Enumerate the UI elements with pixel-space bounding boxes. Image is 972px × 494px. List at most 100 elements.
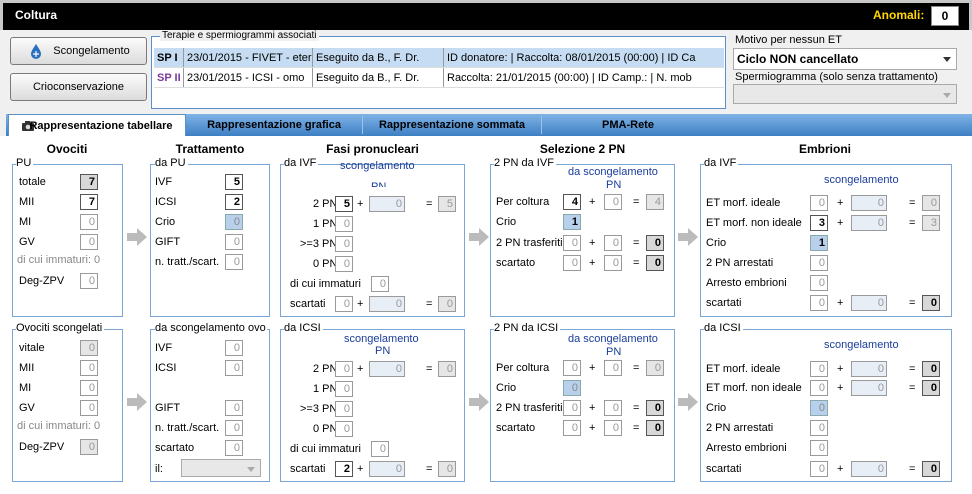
scongelamento-label: scongelamento <box>824 339 899 351</box>
arrestati-field[interactable]: 0 <box>810 420 828 436</box>
scartati-field[interactable]: 0 <box>335 296 353 312</box>
pn2-field[interactable]: 0 <box>335 361 353 377</box>
arresto-embrioni-field[interactable]: 0 <box>810 275 828 291</box>
trasferiti-field[interactable]: 0 <box>563 400 581 416</box>
pn3-field[interactable]: 0 <box>335 401 353 417</box>
scongelamento-button[interactable]: Scongelamento <box>10 37 147 65</box>
equals-sign: = <box>426 298 433 310</box>
et-non-ideale-field[interactable]: 3 <box>810 215 828 231</box>
immaturi-field[interactable]: 0 <box>371 441 389 457</box>
pn1-field[interactable]: 0 <box>335 216 353 232</box>
deg-field[interactable]: 0 <box>80 439 98 455</box>
tab-rappresentazione-sommata[interactable]: Rappresentazione sommata <box>364 116 540 135</box>
coltura-field[interactable]: 0 <box>563 360 581 376</box>
ntratt-field[interactable]: 0 <box>225 420 243 436</box>
et-non-ideale-field[interactable]: 0 <box>810 380 828 396</box>
gift-field[interactable]: 0 <box>225 234 243 250</box>
deg-field[interactable]: 0 <box>80 273 98 289</box>
therapy-row[interactable]: SP II 23/01/2015 - ICSI - omo Eseguito d… <box>154 68 724 88</box>
coltura-sc-field[interactable]: 0 <box>604 360 622 376</box>
plus-sign: + <box>589 237 596 249</box>
pn-label: PN <box>371 181 387 187</box>
et-ideale-field[interactable]: 0 <box>810 195 828 211</box>
mii-field[interactable]: 7 <box>80 194 98 210</box>
icsi-field[interactable]: 2 <box>225 194 243 210</box>
ivf-field[interactable]: 5 <box>225 174 243 190</box>
pn2-sc-field[interactable]: 0 <box>369 196 405 212</box>
ntratt-field[interactable]: 0 <box>225 254 243 270</box>
scartato-sc-field[interactable]: 0 <box>604 420 622 436</box>
pn1-field[interactable]: 0 <box>335 381 353 397</box>
scartati-field[interactable]: 2 <box>335 461 353 477</box>
scartati-sc-field[interactable]: 0 <box>369 461 405 477</box>
spermiogramma-select[interactable] <box>733 84 957 104</box>
crio-field[interactable]: 0 <box>225 214 243 230</box>
spermiogramma-label: Spermiogramma (solo senza trattamento) <box>735 71 938 83</box>
coltura-sc-field[interactable]: 0 <box>604 194 622 210</box>
trasferiti-sc-field[interactable]: 0 <box>604 400 622 416</box>
crio-label: Crio <box>706 402 727 414</box>
mi-field[interactable]: 0 <box>80 214 98 230</box>
tab-rappresentazione-grafica[interactable]: Rappresentazione grafica <box>188 116 360 135</box>
crio-field[interactable]: 0 <box>810 400 828 416</box>
crio-field[interactable]: 0 <box>563 380 581 396</box>
tab-rappresentazione-tabellare[interactable]: Rappresentazione tabellare <box>8 114 186 136</box>
group-legend: da ICSI <box>704 322 743 334</box>
plus-sign: + <box>357 198 364 210</box>
immaturi-field[interactable]: 0 <box>371 276 389 292</box>
arresto-embrioni-field[interactable]: 0 <box>810 440 828 456</box>
plus-sign: + <box>837 197 844 209</box>
pn2-field[interactable]: 5 <box>335 196 353 212</box>
gift-field[interactable]: 0 <box>225 400 243 416</box>
header-embrioni: Embrioni <box>798 142 851 156</box>
et-ideale-sc-field[interactable]: 0 <box>851 195 887 211</box>
totale-field[interactable]: 7 <box>80 174 98 190</box>
pn3-field[interactable]: 0 <box>335 236 353 252</box>
arrow-right-icon <box>469 228 489 246</box>
scartati-field[interactable]: 0 <box>810 461 828 477</box>
mi-field[interactable]: 0 <box>80 380 98 396</box>
trasferiti-sc-field[interactable]: 0 <box>604 235 622 251</box>
group-legend: Ovociti scongelati <box>16 322 105 334</box>
gv-field[interactable]: 0 <box>80 234 98 250</box>
pn0-field[interactable]: 0 <box>335 256 353 272</box>
trasferiti-field[interactable]: 0 <box>563 235 581 251</box>
chevron-down-icon <box>943 57 951 62</box>
tab-pma-rete[interactable]: PMA-Rete <box>543 116 713 135</box>
pn2-label: 2 PN <box>313 363 338 375</box>
pn0-field[interactable]: 0 <box>335 421 353 437</box>
et-ideale-sc-field[interactable]: 0 <box>851 361 887 377</box>
gv-field[interactable]: 0 <box>80 400 98 416</box>
icsi-field[interactable]: 0 <box>225 360 243 376</box>
mii-field[interactable]: 0 <box>80 360 98 376</box>
equals-sign: = <box>633 257 640 269</box>
vitale-field[interactable]: 0 <box>80 340 98 356</box>
et-non-ideale-sc-field[interactable]: 0 <box>851 215 887 231</box>
il-select[interactable] <box>181 459 261 477</box>
scartati-sc-field[interactable]: 0 <box>851 295 887 311</box>
crioconservazione-button[interactable]: Crioconservazione <box>10 73 147 101</box>
therapy-row[interactable]: SP I 23/01/2015 - FIVET - eter Eseguito … <box>154 48 724 68</box>
header-trattamento: Trattamento <box>175 142 245 156</box>
scartati-sc-field[interactable]: 0 <box>369 296 405 312</box>
arrestati-field[interactable]: 0 <box>810 255 828 271</box>
et-non-ideale-sc-field[interactable]: 0 <box>851 380 887 396</box>
scartati-field[interactable]: 0 <box>810 295 828 311</box>
crio-field[interactable]: 1 <box>810 235 828 251</box>
motivo-select[interactable]: Ciclo NON cancellato <box>733 48 957 70</box>
crio-field[interactable]: 1 <box>563 214 581 230</box>
equals-sign: = <box>426 363 433 375</box>
scartati-sc-field[interactable]: 0 <box>851 461 887 477</box>
pn0-label: 0 PN <box>313 423 338 435</box>
coltura-field[interactable]: 4 <box>563 194 581 210</box>
scartato-sc-field[interactable]: 0 <box>604 255 622 271</box>
scartato-field[interactable]: 0 <box>225 440 243 456</box>
plus-sign: + <box>357 298 364 310</box>
pn2-sc-field[interactable]: 0 <box>369 361 405 377</box>
immaturi-label: di cui immaturi <box>290 278 361 290</box>
et-ideale-field[interactable]: 0 <box>810 361 828 377</box>
ntratt-label: n. tratt./scart. <box>155 422 220 434</box>
scartato-field[interactable]: 0 <box>563 420 581 436</box>
ivf-field[interactable]: 0 <box>225 340 243 356</box>
scartato-field[interactable]: 0 <box>563 255 581 271</box>
